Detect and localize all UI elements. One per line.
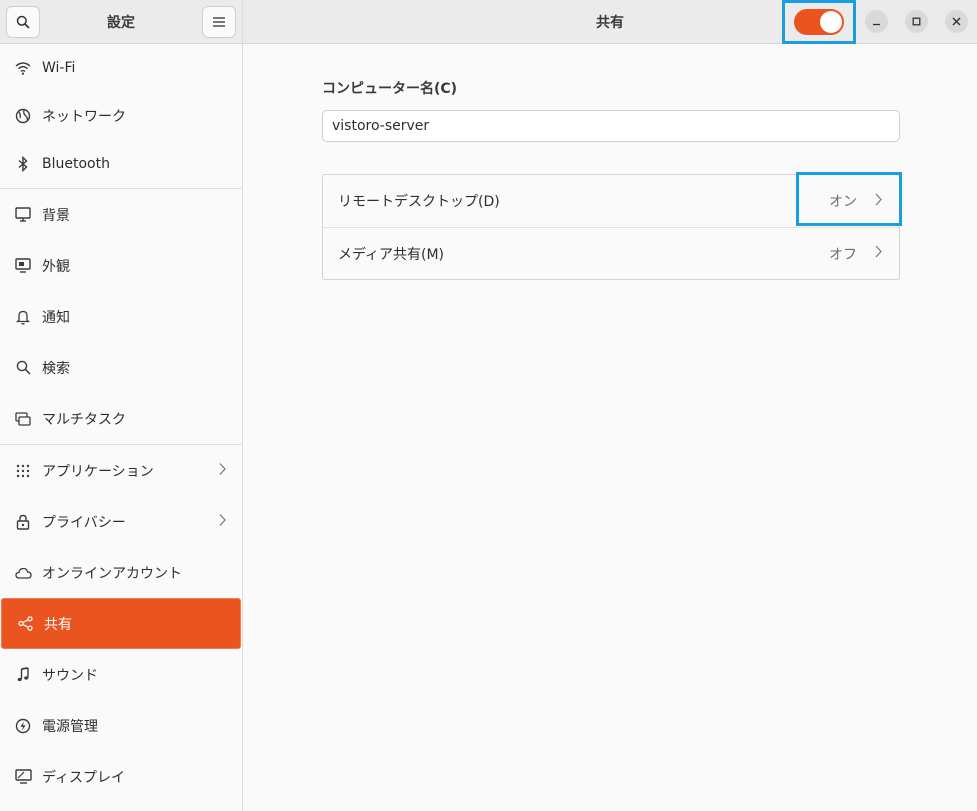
toggle-knob	[820, 11, 842, 33]
multitask-icon	[14, 410, 32, 428]
settings-sidebar: 設定 Wi-Fi ネットワーク Bluetooth 背景 外観 通知 検索 マル…	[0, 0, 243, 811]
bell-icon	[14, 308, 32, 326]
sidebar-item-notifications[interactable]: 通知	[0, 291, 242, 342]
wifi-icon	[14, 59, 32, 77]
sidebar-item-displays[interactable]: ディスプレイ	[0, 751, 242, 802]
search-icon	[14, 359, 32, 377]
chevron-right-icon	[219, 462, 226, 479]
row-label: リモートデスクトップ(D)	[338, 194, 500, 210]
sidebar-item-label: 共有	[44, 616, 72, 633]
sidebar-item-label: マルチタスク	[42, 411, 126, 428]
sharing-toggle[interactable]	[794, 9, 844, 35]
header-bar: 共有	[243, 0, 977, 44]
sidebar-item-privacy[interactable]: プライバシー	[0, 496, 242, 547]
grid-icon	[14, 462, 32, 480]
sidebar-item-label: Bluetooth	[42, 156, 110, 172]
sidebar-list: Wi-Fi ネットワーク Bluetooth 背景 外観 通知 検索 マルチタス…	[0, 44, 242, 811]
sidebar-item-label: Wi-Fi	[42, 60, 76, 76]
maximize-button[interactable]	[905, 10, 928, 33]
sidebar-item-label: 電源管理	[42, 718, 98, 735]
computer-name-label: コンピューター名(C)	[322, 81, 458, 97]
sidebar-item-multitasking[interactable]: マルチタスク	[0, 393, 242, 444]
minimize-icon	[873, 23, 880, 26]
maximize-icon	[912, 17, 921, 26]
power-icon	[14, 717, 32, 735]
sidebar-item-search[interactable]: 検索	[0, 342, 242, 393]
appearance-icon	[14, 257, 32, 275]
sidebar-item-sharing[interactable]: 共有	[1, 598, 241, 649]
chevron-right-icon	[875, 245, 882, 262]
sidebar-item-label: オンラインアカウント	[42, 565, 182, 582]
sidebar-item-sound[interactable]: サウンド	[0, 649, 242, 700]
minimize-button[interactable]	[865, 10, 888, 33]
sidebar-item-power[interactable]: 電源管理	[0, 700, 242, 751]
sharing-content: コンピューター名(C) vistoro-server リモートデスクトップ(D)…	[243, 44, 977, 280]
sidebar-item-label: 背景	[42, 207, 70, 224]
sidebar-header: 設定	[0, 0, 242, 44]
cloud-icon	[14, 564, 32, 582]
media-sharing-row[interactable]: メディア共有(M) オフ	[323, 227, 899, 279]
highlight-box	[796, 172, 902, 226]
lock-icon	[14, 513, 32, 531]
sidebar-title: 設定	[107, 14, 135, 31]
main-panel: 共有 コンピューター名(C) vistoro-server リモートデスクトップ…	[243, 0, 977, 811]
menu-button[interactable]	[202, 5, 236, 38]
sidebar-item-bluetooth[interactable]: Bluetooth	[0, 140, 242, 188]
sidebar-item-label: アプリケーション	[42, 463, 154, 480]
highlight-box	[782, 0, 856, 44]
share-icon	[16, 615, 34, 633]
sidebar-item-online-accounts[interactable]: オンラインアカウント	[0, 547, 242, 598]
sidebar-item-label: ネットワーク	[42, 109, 126, 125]
bluetooth-icon	[14, 155, 32, 173]
sidebar-item-label: 外観	[42, 258, 70, 275]
remote-desktop-row[interactable]: リモートデスクトップ(D) オン	[323, 172, 902, 227]
sidebar-item-label: 通知	[42, 309, 70, 326]
sidebar-item-appearance[interactable]: 外観	[0, 240, 242, 291]
search-button[interactable]	[6, 5, 40, 38]
hamburger-menu-icon	[213, 16, 225, 27]
close-icon	[952, 17, 961, 26]
sidebar-item-label: ディスプレイ	[42, 769, 126, 786]
sidebar-item-background[interactable]: 背景	[0, 189, 242, 240]
computer-name-field[interactable]: vistoro-server	[322, 110, 900, 142]
search-icon	[16, 15, 30, 29]
sharing-services-list: リモートデスクトップ(D) オン メディア共有(M) オフ	[322, 172, 902, 280]
sidebar-item-label: サウンド	[42, 667, 98, 684]
sidebar-item-applications[interactable]: アプリケーション	[0, 445, 242, 496]
display-icon	[14, 768, 32, 786]
music-note-icon	[14, 666, 32, 684]
sidebar-item-label: 検索	[42, 360, 70, 377]
close-button[interactable]	[945, 10, 968, 33]
sidebar-item-wifi[interactable]: Wi-Fi	[0, 44, 242, 92]
globe-icon	[14, 107, 32, 125]
sidebar-item-label: プライバシー	[42, 514, 126, 531]
monitor-icon	[14, 206, 32, 224]
chevron-right-icon	[219, 513, 226, 530]
sidebar-item-network[interactable]: ネットワーク	[0, 92, 242, 140]
status-text: オフ	[829, 246, 857, 263]
row-label: メディア共有(M)	[338, 246, 445, 263]
